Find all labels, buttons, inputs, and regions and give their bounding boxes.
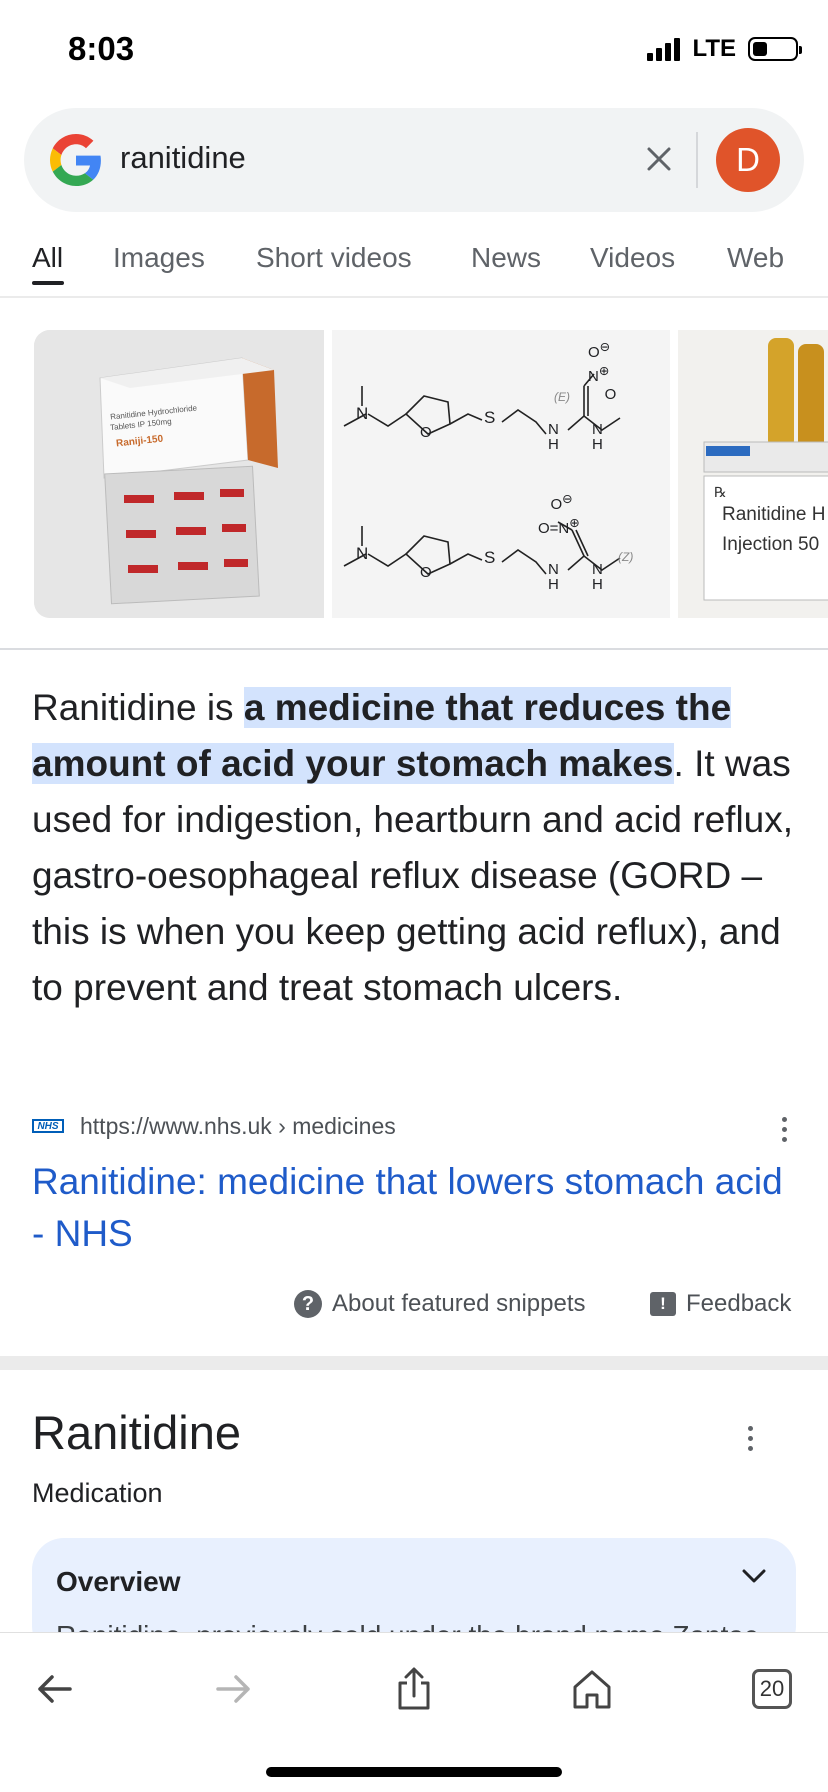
- forward-button[interactable]: [206, 1661, 262, 1717]
- tab-web[interactable]: Web: [727, 242, 784, 274]
- about-label: About featured snippets: [332, 1290, 586, 1317]
- feedback-label: Feedback: [686, 1290, 792, 1317]
- nitro-group-2: O⊖ O=N⊕: [538, 492, 580, 537]
- atom-s1: S: [484, 408, 496, 427]
- ampoule-text-2: Injection 50: [722, 534, 820, 555]
- search-tabs: All Images Short videos News Videos Web: [0, 236, 828, 298]
- tab-videos[interactable]: Videos: [590, 242, 675, 274]
- help-icon: ?: [294, 1290, 322, 1318]
- forward-arrow-icon: [216, 1675, 250, 1703]
- snippet-prefix: Ranitidine is: [32, 687, 244, 728]
- atom-nh1: NH: [548, 421, 559, 453]
- home-indicator: [266, 1767, 562, 1777]
- section-separator: [0, 1356, 828, 1370]
- featured-snippet-text: Ranitidine is a medicine that reduces th…: [32, 680, 796, 1016]
- about-featured-snippets-button[interactable]: ? About featured snippets: [294, 1290, 586, 1318]
- search-input[interactable]: ranitidine: [120, 140, 246, 176]
- active-tab-indicator: [32, 281, 64, 285]
- image-carousel[interactable]: Raniji-150 Ranitidine Hydrochloride Tabl…: [0, 330, 828, 618]
- ampoule-text-1: Ranitidine H: [722, 504, 826, 525]
- home-button[interactable]: [564, 1661, 620, 1717]
- back-arrow-icon: [38, 1675, 72, 1703]
- atom-nh4: NH: [592, 561, 603, 593]
- ampoule-picture: [678, 330, 828, 618]
- network-label: LTE: [692, 35, 736, 62]
- image-result-ampoule[interactable]: ℞ Ranitidine H Injection 50: [678, 330, 828, 618]
- knowledge-panel-title: Ranitidine: [32, 1406, 242, 1459]
- back-button[interactable]: [26, 1661, 82, 1717]
- google-logo-icon: [50, 134, 101, 186]
- share-button[interactable]: [386, 1661, 442, 1717]
- tablet-box-picture: [34, 330, 324, 618]
- tab-all[interactable]: All: [32, 242, 63, 274]
- isomer-label-e: (E): [554, 390, 570, 404]
- atom-o1: O: [420, 424, 432, 441]
- account-avatar[interactable]: D: [716, 128, 780, 192]
- signal-icon: [647, 37, 681, 61]
- share-icon: [398, 1667, 430, 1710]
- feedback-button[interactable]: ! Feedback: [650, 1290, 791, 1318]
- tab-news[interactable]: News: [471, 242, 541, 274]
- knowledge-panel-more-button[interactable]: [740, 1426, 760, 1451]
- home-icon: [573, 1670, 611, 1709]
- atom-nh3: NH: [548, 561, 559, 593]
- knowledge-panel-subtitle: Medication: [32, 1478, 163, 1508]
- battery-icon: [748, 37, 802, 61]
- status-bar: 8:03 LTE: [0, 0, 828, 100]
- result-title-link[interactable]: Ranitidine: medicine that lowers stomach…: [32, 1156, 796, 1260]
- search-divider: [696, 132, 698, 188]
- atom-nh2: NH: [592, 421, 603, 453]
- section-divider: [0, 648, 828, 650]
- status-indicators: LTE: [647, 35, 802, 63]
- nitro-group-1: O⊖ N⊕ O: [588, 340, 617, 403]
- source-url[interactable]: https://www.nhs.uk › medicines: [80, 1113, 396, 1140]
- clear-search-button[interactable]: [634, 134, 684, 184]
- tab-switcher-button[interactable]: 20: [744, 1661, 800, 1717]
- snippet-source[interactable]: NHS https://www.nhs.uk › medicines: [32, 1113, 796, 1147]
- image-result-molecule[interactable]: N O S NH NH O⊖ N⊕ O (E) N O S NH NH O⊖ O=N…: [332, 330, 670, 618]
- chevron-down-icon: [742, 1569, 766, 1583]
- nhs-logo-icon: NHS: [32, 1119, 64, 1133]
- feedback-icon: !: [650, 1292, 676, 1316]
- atom-s2: S: [484, 548, 496, 567]
- ampoule-rx: ℞: [714, 484, 727, 500]
- status-time: 8:03: [68, 30, 135, 67]
- search-bar[interactable]: ranitidine D: [24, 108, 804, 212]
- tab-images[interactable]: Images: [113, 242, 205, 274]
- overview-label: Overview: [56, 1566, 181, 1597]
- tab-count-icon: 20: [752, 1669, 792, 1709]
- isomer-label-z: (Z): [618, 550, 634, 564]
- image-result-tablet-box[interactable]: Raniji-150 Ranitidine Hydrochloride Tabl…: [34, 330, 324, 618]
- result-more-options-button[interactable]: [774, 1117, 794, 1142]
- atom-o2: O: [420, 564, 432, 581]
- browser-toolbar: 20: [0, 1632, 828, 1792]
- atom-n2: N: [356, 544, 369, 563]
- snippet-footer: ? About featured snippets ! Feedback: [0, 1290, 828, 1326]
- close-icon: [647, 147, 671, 171]
- molecule-structure-picture: [343, 373, 621, 575]
- atom-n1: N: [356, 404, 369, 423]
- tab-short-videos[interactable]: Short videos: [256, 242, 412, 274]
